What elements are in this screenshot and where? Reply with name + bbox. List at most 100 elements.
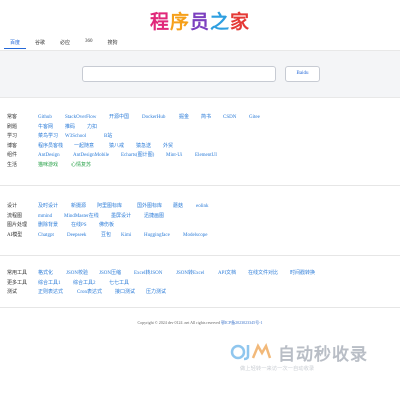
tab-google[interactable]: 谷歌: [29, 37, 51, 49]
nav-link[interactable]: 迅捷画图: [144, 212, 164, 222]
nav-link[interactable]: 及时设计: [38, 202, 58, 212]
row-label: 生活: [7, 162, 18, 168]
nav-link[interactable]: 格式化: [38, 269, 53, 279]
row-label: AI模型: [7, 232, 23, 238]
nav-link[interactable]: 猿急送: [136, 142, 151, 152]
nav-link[interactable]: JSON校验: [66, 269, 88, 279]
tab-360[interactable]: 360: [79, 37, 99, 49]
nav-link[interactable]: ElementUI: [195, 151, 217, 161]
link-row: 组件 AntDesign AntDesignMobile Echarts(图计图…: [7, 151, 400, 161]
nav-link[interactable]: API文档: [218, 269, 236, 279]
logo-char: 之: [210, 12, 231, 33]
tab-bing[interactable]: 必应: [54, 37, 76, 49]
row-label: 更多工具: [7, 280, 28, 286]
nav-link[interactable]: 阿里图标库: [97, 202, 122, 212]
section-divider: [0, 185, 400, 186]
nav-link[interactable]: AntDesignMobile: [73, 151, 109, 161]
nav-link[interactable]: 正则表达式: [38, 288, 63, 298]
link-row: 学习 菜鸟学习 W3School B站: [7, 132, 400, 142]
nav-link[interactable]: Excel转JSON: [134, 269, 162, 279]
logo-char: 家: [230, 12, 251, 33]
nav-link[interactable]: AntDesign: [38, 151, 60, 161]
nav-link[interactable]: 时间戳转换: [290, 269, 315, 279]
nav-link[interactable]: Mint-Ui: [166, 151, 182, 161]
watermark-subtitle: 做上轻转一来访一次一自动收录: [240, 366, 315, 372]
row-label: 常客: [7, 115, 18, 120]
link-row: 博客 程序员客栈 一起随意 猿八戒 猿急送 外贸: [7, 142, 400, 152]
nav-link[interactable]: 国外图标库: [137, 202, 162, 212]
nav-link[interactable]: 菜鸟学习: [38, 132, 58, 142]
nav-link[interactable]: MindMaster在线: [64, 212, 99, 222]
nav-link[interactable]: 在线PS: [71, 221, 87, 231]
row-label: 流程图: [7, 213, 23, 219]
nav-link[interactable]: Modelscope: [183, 231, 207, 241]
nav-link[interactable]: 七七工具: [109, 279, 129, 289]
nav-link[interactable]: mmind: [38, 212, 52, 222]
row-label: 博客: [7, 143, 18, 149]
nav-link[interactable]: CSDN: [223, 113, 236, 123]
nav-link[interactable]: 掘金: [179, 113, 189, 123]
section-divider: [0, 255, 400, 256]
link-row: 生活 猫咪游戏 心情复苏: [7, 161, 400, 171]
nav-link[interactable]: 程序员客栈: [38, 142, 63, 152]
nav-link[interactable]: Gitee: [249, 113, 260, 123]
nav-link[interactable]: 力扣: [87, 123, 97, 133]
nav-link[interactable]: W3School: [65, 132, 86, 142]
nav-link[interactable]: 新摄源: [71, 202, 86, 212]
nav-link[interactable]: 猿八戒: [109, 142, 124, 152]
nav-link[interactable]: 牛客网: [38, 123, 53, 133]
watermark-title: 自动秒收录: [278, 345, 368, 364]
search-engine-tabs: 百度 谷歌 必应 360 搜狗: [4, 37, 127, 49]
nav-link[interactable]: Echarts(图计图): [121, 151, 154, 161]
search-button[interactable]: Baidu: [285, 66, 320, 82]
nav-link[interactable]: 墨屏设计: [111, 212, 131, 222]
nav-link[interactable]: DockerHub: [142, 113, 165, 123]
link-row: 刷题 牛客网 推码 力扣: [7, 123, 400, 133]
nav-link[interactable]: 综合工具2: [73, 279, 96, 289]
nav-link[interactable]: Huggingface: [144, 231, 170, 241]
nav-link[interactable]: 外贸: [163, 142, 173, 152]
row-label: 测试: [7, 290, 18, 296]
nav-link[interactable]: 推码: [65, 123, 75, 133]
nav-link[interactable]: 压力测试: [146, 288, 166, 298]
nav-link[interactable]: 简书: [201, 113, 211, 123]
nav-link[interactable]: Cron表达式: [77, 288, 102, 298]
site-logo[interactable]: 程序员之家: [0, 7, 400, 34]
row-label: 刷题: [7, 124, 18, 130]
nav-link[interactable]: JSON转Excel: [176, 269, 204, 279]
search-area: Baidu: [0, 50, 400, 98]
nav-link[interactable]: eolink: [196, 202, 209, 212]
nav-link[interactable]: 佛伤板: [99, 221, 114, 231]
search-input[interactable]: [82, 66, 276, 82]
nav-link[interactable]: Deepseek: [67, 231, 86, 241]
nav-link[interactable]: 一起随意: [74, 142, 94, 152]
tab-baidu[interactable]: 百度: [4, 37, 27, 49]
row-label: 图片处理: [7, 223, 28, 229]
watermark: 自动秒收录 做上轻转一来访一次一自动收录: [228, 340, 388, 376]
nav-link[interactable]: B站: [104, 132, 112, 142]
nav-link[interactable]: 综合工具1: [38, 279, 61, 289]
nav-link[interactable]: Kimi: [121, 231, 131, 241]
section-divider: [0, 307, 400, 308]
nav-link[interactable]: JSON压缩: [99, 269, 121, 279]
nav-link[interactable]: 开源中国: [109, 113, 129, 123]
link-row: 更多工具 综合工具1 综合工具2 七七工具: [7, 279, 400, 289]
nav-link[interactable]: Chatgpt: [38, 231, 54, 241]
nav-link[interactable]: 在线文件对比: [248, 269, 278, 279]
icp-link[interactable]: 鄂ICP备2023023345号-1: [221, 320, 263, 325]
copyright-text: Copyright © 2024 dev 0124 .net All right…: [137, 320, 220, 325]
nav-link[interactable]: 心情复苏: [71, 161, 91, 171]
watermark-logo-icon: [230, 342, 272, 361]
nav-link[interactable]: 接口测试: [115, 288, 135, 298]
tab-sogou[interactable]: 搜狗: [102, 37, 124, 49]
nav-link[interactable]: 删除背景: [38, 221, 58, 231]
nav-link[interactable]: 豆包: [101, 231, 111, 241]
link-row: 设计 及时设计 新摄源 阿里图标库 国外图标库 蘑菇 eolink: [7, 202, 400, 212]
nav-link[interactable]: 猫咪游戏: [38, 161, 58, 171]
logo-char: 序: [169, 12, 190, 33]
nav-link[interactable]: StackOverFlow: [65, 113, 96, 123]
link-row: 常客 Github StackOverFlow 开源中国 DockerHub 掘…: [7, 113, 400, 123]
link-group-common: 常客 Github StackOverFlow 开源中国 DockerHub 掘…: [7, 113, 400, 171]
nav-link[interactable]: 蘑菇: [173, 202, 183, 212]
nav-link[interactable]: Github: [38, 113, 52, 123]
